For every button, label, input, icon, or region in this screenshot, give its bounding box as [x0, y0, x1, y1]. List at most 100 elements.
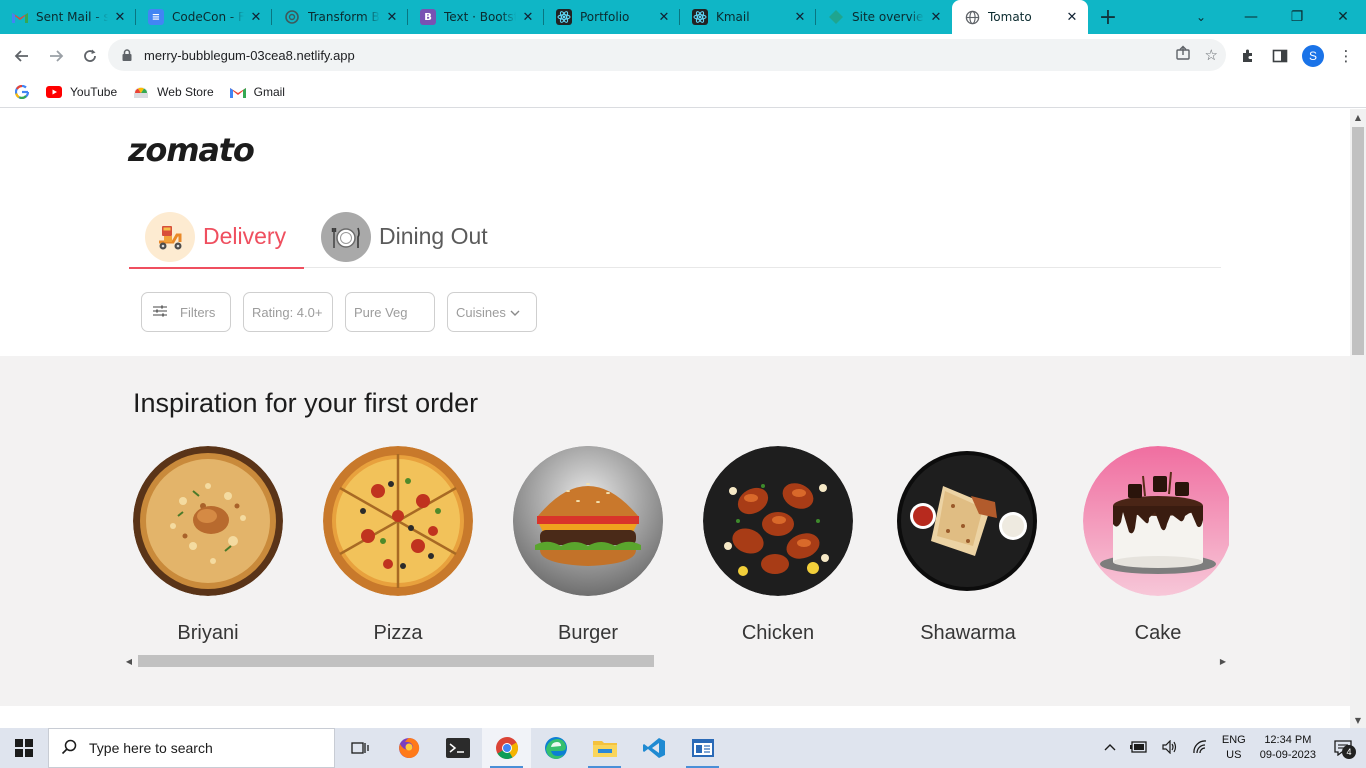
filters-button[interactable]: Filters: [141, 292, 231, 332]
taskbar-search-input[interactable]: Type here to search: [48, 728, 335, 768]
url-text: merry-bubblegum-03cea8.netlify.app: [144, 47, 355, 63]
cuisines-dropdown[interactable]: Cuisines: [447, 292, 537, 332]
chevron-up-icon[interactable]: [1104, 742, 1116, 754]
food-item[interactable]: Shawarma: [893, 446, 1043, 656]
firefox-icon[interactable]: [384, 728, 433, 768]
language-indicator[interactable]: ENG US: [1222, 733, 1246, 763]
tab-title: Kmail: [716, 10, 750, 24]
file-explorer-icon[interactable]: [580, 728, 629, 768]
volume-icon[interactable]: [1162, 739, 1178, 757]
lock-icon[interactable]: [120, 48, 134, 62]
back-icon[interactable]: [6, 40, 38, 72]
inspiration-section: Inspiration for your first order Briyani…: [0, 356, 1350, 706]
close-icon[interactable]: ✕: [520, 10, 536, 25]
bookmark-youtube[interactable]: YouTube: [46, 85, 117, 99]
cake-image: [1083, 446, 1229, 596]
bookmark-webstore[interactable]: Web Store: [133, 85, 214, 99]
address-bar[interactable]: merry-bubblegum-03cea8.netlify.app ☆: [108, 39, 1226, 71]
webstore-icon: [133, 85, 149, 99]
food-item[interactable]: Pizza: [323, 446, 473, 656]
food-item[interactable]: Briyani: [133, 446, 283, 656]
scroll-down-icon[interactable]: ▼: [1350, 712, 1366, 728]
browser-toolbar: merry-bubblegum-03cea8.netlify.app ☆ S ⋮: [0, 34, 1366, 77]
scrollbar-thumb[interactable]: [138, 655, 654, 667]
browser-tab-active[interactable]: Tomato ✕: [952, 0, 1088, 34]
scroll-right-icon[interactable]: ▶: [1217, 655, 1229, 667]
tab-dining-out[interactable]: Dining Out: [305, 205, 504, 268]
bookmark-google[interactable]: [14, 85, 30, 99]
tab-label: Dining Out: [379, 223, 488, 249]
share-icon[interactable]: [1175, 45, 1191, 65]
close-icon[interactable]: ✕: [928, 10, 944, 25]
shawarma-image: [893, 446, 1043, 596]
vertical-scrollbar[interactable]: ▲ ▼: [1350, 109, 1366, 728]
tab-search-icon[interactable]: ⌄: [1186, 0, 1216, 34]
bookmark-label: Gmail: [253, 85, 285, 99]
scroll-up-icon[interactable]: ▲: [1350, 109, 1366, 125]
wifi-icon[interactable]: [1192, 739, 1208, 757]
close-icon[interactable]: ✕: [384, 10, 400, 25]
scroll-left-icon[interactable]: ◀: [123, 655, 135, 667]
browser-tab[interactable]: Portfolio ✕: [544, 0, 680, 34]
restore-icon[interactable]: ❐: [1274, 0, 1320, 34]
briyani-image: [133, 446, 283, 596]
browser-tab[interactable]: ≡ CodeCon - Fr ✕: [136, 0, 272, 34]
tab-title: Text · Bootstr: [444, 10, 516, 24]
app-window-icon[interactable]: [678, 728, 727, 768]
tab-title: Sent Mail - sa: [36, 10, 108, 24]
close-icon[interactable]: ✕: [1064, 10, 1080, 25]
rating-filter-button[interactable]: Rating: 4.0+: [243, 292, 333, 332]
close-icon[interactable]: ✕: [792, 10, 808, 25]
food-item[interactable]: Cake: [1083, 446, 1229, 656]
browser-tab[interactable]: Sent Mail - sa ✕: [0, 0, 136, 34]
menu-icon[interactable]: ⋮: [1336, 46, 1356, 66]
close-icon[interactable]: ✕: [656, 10, 672, 25]
tab-delivery[interactable]: Delivery: [129, 205, 304, 269]
forward-icon[interactable]: [40, 40, 72, 72]
terminal-icon[interactable]: [433, 728, 482, 768]
section-title: Inspiration for your first order: [133, 388, 479, 418]
reload-icon[interactable]: [74, 40, 106, 72]
horizontal-scrollbar[interactable]: ◀ ▶: [123, 652, 1229, 669]
battery-icon[interactable]: [1129, 740, 1148, 756]
filter-label: Filters: [180, 304, 216, 320]
close-window-icon[interactable]: ✕: [1320, 0, 1366, 34]
vscode-icon[interactable]: [629, 728, 678, 768]
filter-bar: Filters Rating: 4.0+ Pure Veg Cuisines: [141, 292, 537, 332]
gmail-icon: [12, 9, 28, 25]
browser-tab[interactable]: B Text · Bootstr ✕: [408, 0, 544, 34]
food-item[interactable]: Chicken: [703, 446, 853, 656]
burger-image: [513, 446, 663, 596]
tab-label: Delivery: [203, 223, 287, 249]
browser-tab[interactable]: Kmail ✕: [680, 0, 816, 34]
side-panel-icon[interactable]: [1270, 46, 1290, 66]
browser-tab[interactable]: Site overview ✕: [816, 0, 952, 34]
profile-avatar[interactable]: S: [1302, 44, 1324, 67]
chrome-icon[interactable]: [482, 728, 531, 768]
delivery-scooter-icon: [145, 211, 195, 262]
browser-tab[interactable]: Transform Bo ✕: [272, 0, 408, 34]
page-viewport: zomato Delivery Dining Out Filters Ratin…: [0, 109, 1350, 728]
pure-veg-filter-button[interactable]: Pure Veg: [345, 292, 435, 332]
clock[interactable]: 12:34 PM 09-09-2023: [1260, 733, 1316, 763]
search-placeholder: Type here to search: [89, 740, 213, 756]
keyboard-region: US: [1226, 749, 1242, 761]
youtube-icon: [46, 85, 62, 99]
minimize-icon[interactable]: —: [1228, 0, 1274, 34]
scrollbar-thumb[interactable]: [1352, 127, 1364, 355]
zomato-logo[interactable]: zomato: [128, 131, 255, 169]
extensions-icon[interactable]: [1238, 46, 1258, 66]
star-icon[interactable]: ☆: [1205, 46, 1218, 64]
close-icon[interactable]: ✕: [112, 10, 128, 25]
bookmark-gmail[interactable]: Gmail: [229, 85, 285, 99]
notification-icon[interactable]: 4: [1330, 735, 1356, 761]
windows-start-icon[interactable]: [0, 728, 48, 768]
tab-title: Tomato: [988, 10, 1032, 24]
edge-icon[interactable]: [531, 728, 580, 768]
filter-label: Pure Veg: [354, 304, 408, 320]
new-tab-button[interactable]: +: [1088, 0, 1128, 34]
task-view-icon[interactable]: [335, 728, 384, 768]
food-item[interactable]: Burger: [513, 446, 663, 656]
netlify-icon: [828, 9, 844, 25]
close-icon[interactable]: ✕: [248, 10, 264, 25]
